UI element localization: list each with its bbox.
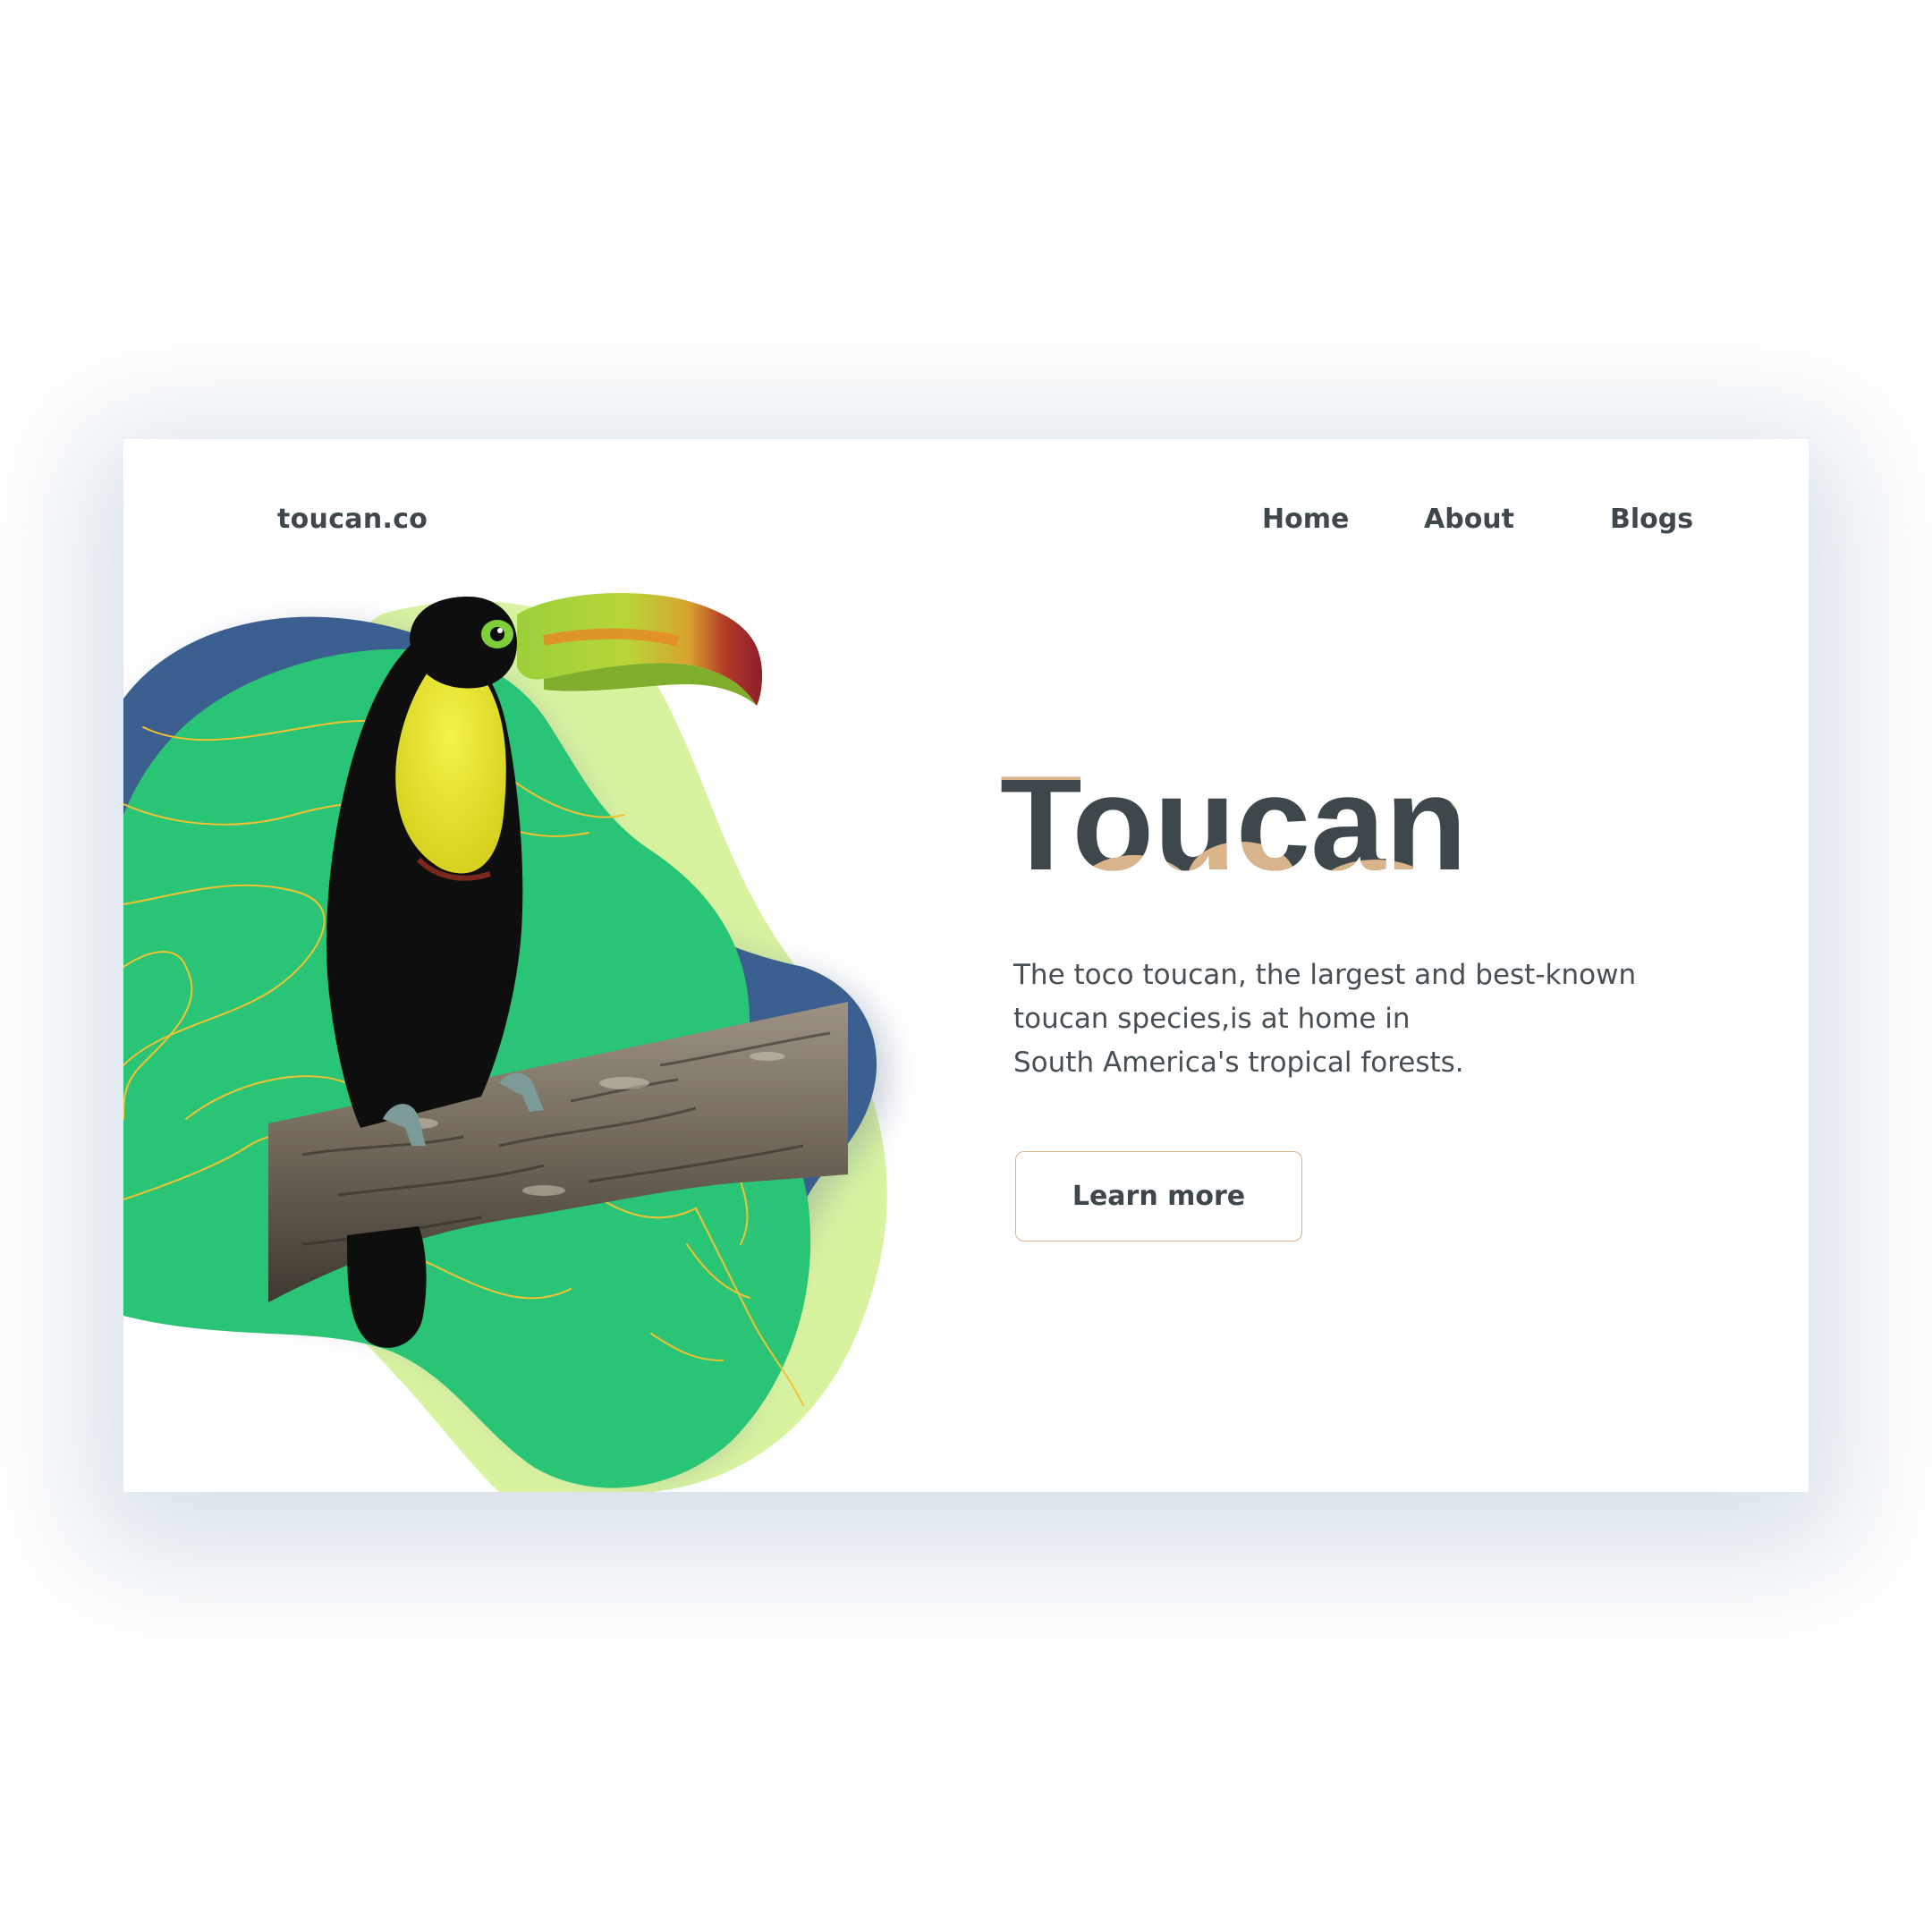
hero-description: The toco toucan, the largest and best-kn… (1013, 953, 1693, 1085)
hero-illustration (123, 593, 887, 1492)
nav-about-link[interactable]: About (1424, 504, 1514, 535)
landing-card: toucan.co Home About Blogs Toucan Toucan… (123, 439, 1809, 1492)
description-line-2: toucan species,is at home in (1013, 1003, 1411, 1035)
page-background: toucan.co Home About Blogs Toucan Toucan… (0, 0, 1932, 1932)
description-line-3: South America's tropical forests. (1013, 1046, 1464, 1079)
description-line-1: The toco toucan, the largest and best-kn… (1013, 959, 1637, 991)
nav-home-link[interactable]: Home (1262, 504, 1349, 535)
nav-blogs-link[interactable]: Blogs (1610, 504, 1693, 535)
learn-more-button[interactable]: Learn more (1015, 1151, 1302, 1241)
hero-title-svg: Toucan Toucan (1000, 748, 1468, 891)
